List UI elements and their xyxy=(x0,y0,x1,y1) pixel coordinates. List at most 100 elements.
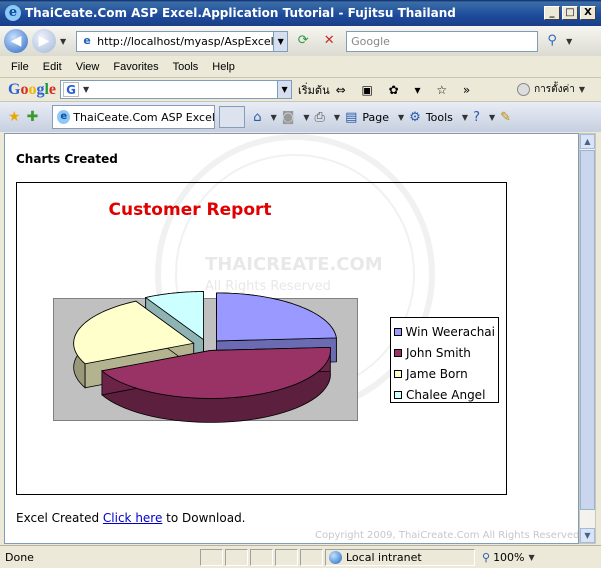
scroll-down-icon[interactable]: ▼ xyxy=(580,528,595,543)
page-viewport[interactable]: THAICREATE.COM All Rights Reserved Chart… xyxy=(4,133,579,544)
home-dropdown-icon[interactable]: ▼ xyxy=(271,113,277,122)
help-dropdown-icon[interactable]: ▼ xyxy=(489,113,495,122)
help-icon[interactable]: ? xyxy=(473,110,480,125)
download-suffix: to Download. xyxy=(162,511,246,525)
menu-item-tools[interactable]: Tools xyxy=(173,61,199,73)
status-segment xyxy=(200,548,223,566)
address-url[interactable]: http://localhost/myasp/AspExcelCha xyxy=(97,35,273,48)
tab-active[interactable]: e ThaiCeate.Com ASP Excel... xyxy=(52,105,216,129)
back-button[interactable]: ◀ xyxy=(4,29,28,53)
globe-icon xyxy=(329,550,342,564)
page-title: Charts Created xyxy=(16,152,118,166)
copyright-watermark: Copyright 2009, ThaiCreate.Com All Right… xyxy=(315,530,579,541)
tab-ie-icon: e xyxy=(57,110,71,124)
refresh-icon[interactable]: ⟳ xyxy=(292,30,314,52)
scroll-up-icon[interactable]: ▲ xyxy=(580,134,595,149)
page-icon-cmd[interactable]: ▤ xyxy=(345,110,357,125)
page-dropdown-icon[interactable]: ▼ xyxy=(398,113,404,122)
status-text: Done xyxy=(5,550,34,564)
favorites-star-icon[interactable]: ★ xyxy=(8,109,21,125)
legend-item: Chalee Angel xyxy=(394,384,495,405)
page-menu-button[interactable]: Page xyxy=(362,111,389,124)
menu-item-favorites[interactable]: Favorites xyxy=(113,61,158,73)
address-dropdown-icon[interactable]: ▼ xyxy=(273,31,288,51)
legend-item: John Smith xyxy=(394,342,495,363)
google-toolbar: Google G ▼ ▼ เริ่มต้น ⇔ ▣ ✿ ▾ ☆ » การตั้… xyxy=(0,78,601,102)
chart-legend: Win Weerachai John Smith Jame Born Chalee A… xyxy=(390,317,499,403)
window-titlebar: e ThaiCeate.Com ASP Excel.Application Tu… xyxy=(0,0,601,26)
download-link[interactable]: Click here xyxy=(103,511,162,525)
forward-button[interactable]: ▶ xyxy=(32,29,56,53)
close-button[interactable]: X xyxy=(580,6,596,20)
status-segment xyxy=(300,548,323,566)
research-icon[interactable]: ✎ xyxy=(500,110,511,125)
address-toolbar: ◀ ▶ ▼ e http://localhost/myasp/AspExcelC… xyxy=(0,26,601,56)
maximize-button[interactable]: □ xyxy=(562,6,578,20)
legend-item: Win Weerachai xyxy=(394,321,495,342)
address-field[interactable]: e http://localhost/myasp/AspExcelCha ▼ xyxy=(76,30,289,52)
search-dropdown-icon[interactable]: ▼ xyxy=(566,37,572,46)
legend-label: Chalee Angel xyxy=(406,387,486,402)
legend-swatch xyxy=(394,327,402,336)
menu-bar: File Edit View Favorites Tools Help xyxy=(0,56,601,78)
ie-logo-icon: e xyxy=(5,5,21,21)
status-segment xyxy=(250,548,273,566)
menu-item-view[interactable]: View xyxy=(76,61,100,73)
history-dropdown-icon[interactable]: ▼ xyxy=(60,37,66,46)
pie-slice xyxy=(216,292,337,342)
home-icon[interactable]: ⌂ xyxy=(253,110,261,125)
legend-swatch xyxy=(394,348,402,357)
tools-menu-button[interactable]: Tools xyxy=(426,111,453,124)
google-toolbar-icons[interactable]: ⇔ ▣ ✿ ▾ ☆ » xyxy=(336,83,477,97)
google-search-input[interactable]: G ▼ ▼ xyxy=(60,80,293,99)
status-bar: Done Local intranet ⚲ 100% ▼ xyxy=(0,545,601,568)
google-logo: Google xyxy=(8,80,57,98)
tab-label: ThaiCeate.Com ASP Excel... xyxy=(73,110,215,124)
legend-label: John Smith xyxy=(406,345,471,360)
legend-label: Jame Born xyxy=(406,366,468,381)
tools-dropdown-icon[interactable]: ▼ xyxy=(462,113,468,122)
feeds-dropdown-icon[interactable]: ▼ xyxy=(303,113,309,122)
menu-item-file[interactable]: File xyxy=(11,61,29,73)
google-settings-label: การตั้งค่า xyxy=(534,84,575,95)
command-bar: ⌂ ▼ ◙ ▼ ⎙ ▼ ▤ Page ▼ ⚙ Tools ▼ ? ▼ ✎ xyxy=(253,110,516,125)
chart-container: Customer Report Win Weerachai John Smith J… xyxy=(16,182,507,495)
print-icon[interactable]: ⎙ xyxy=(315,110,325,125)
google-g-icon[interactable]: G xyxy=(63,82,80,97)
status-segment xyxy=(275,548,298,566)
tools-gear-icon[interactable]: ⚙ xyxy=(409,110,421,125)
page-icon: e xyxy=(83,34,91,47)
add-favorites-icon[interactable]: ✚ xyxy=(27,109,39,125)
google-search-dropdown-icon[interactable]: ▼ xyxy=(277,81,292,98)
menu-item-help[interactable]: Help xyxy=(212,61,235,73)
zoom-control[interactable]: ⚲ 100% ▼ xyxy=(479,549,539,566)
feeds-icon[interactable]: ◙ xyxy=(282,110,295,125)
legend-swatch xyxy=(394,369,402,378)
new-tab-button[interactable] xyxy=(219,106,246,128)
zone-label: Local intranet xyxy=(346,550,422,564)
google-settings-button[interactable]: การตั้งค่า ▼ xyxy=(517,82,589,97)
download-line: Excel Created Click here to Download. xyxy=(16,511,246,525)
tab-bar: ★ ✚ e ThaiCeate.Com ASP Excel... ⌂ ▼ ◙ ▼… xyxy=(0,102,601,132)
search-input[interactable]: Google xyxy=(346,30,539,52)
zoom-icon: ⚲ xyxy=(482,550,491,564)
search-icon[interactable]: ⚲ xyxy=(542,31,562,51)
stop-icon[interactable]: ✕ xyxy=(318,30,340,52)
window-title: ThaiCeate.Com ASP Excel.Application Tuto… xyxy=(25,6,456,20)
legend-item: Jame Born xyxy=(394,363,495,384)
google-menu-dropdown-icon[interactable]: ▼ xyxy=(83,85,89,94)
zoom-label: 100% xyxy=(493,550,525,564)
security-zone[interactable]: Local intranet xyxy=(325,548,475,566)
vertical-scrollbar[interactable]: ▲ ▼ xyxy=(579,133,596,544)
zoom-dropdown-icon[interactable]: ▼ xyxy=(529,553,535,562)
minimize-button[interactable]: _ xyxy=(544,6,560,20)
menu-item-edit[interactable]: Edit xyxy=(43,61,62,73)
status-segment xyxy=(225,548,248,566)
scroll-thumb[interactable] xyxy=(580,150,595,510)
legend-swatch xyxy=(394,390,402,399)
download-prefix: Excel Created xyxy=(16,511,103,525)
legend-label: Win Weerachai xyxy=(405,324,495,339)
settings-circle-icon xyxy=(517,83,531,96)
print-dropdown-icon[interactable]: ▼ xyxy=(334,113,340,122)
google-search-button[interactable]: เริ่มต้น xyxy=(298,81,330,99)
